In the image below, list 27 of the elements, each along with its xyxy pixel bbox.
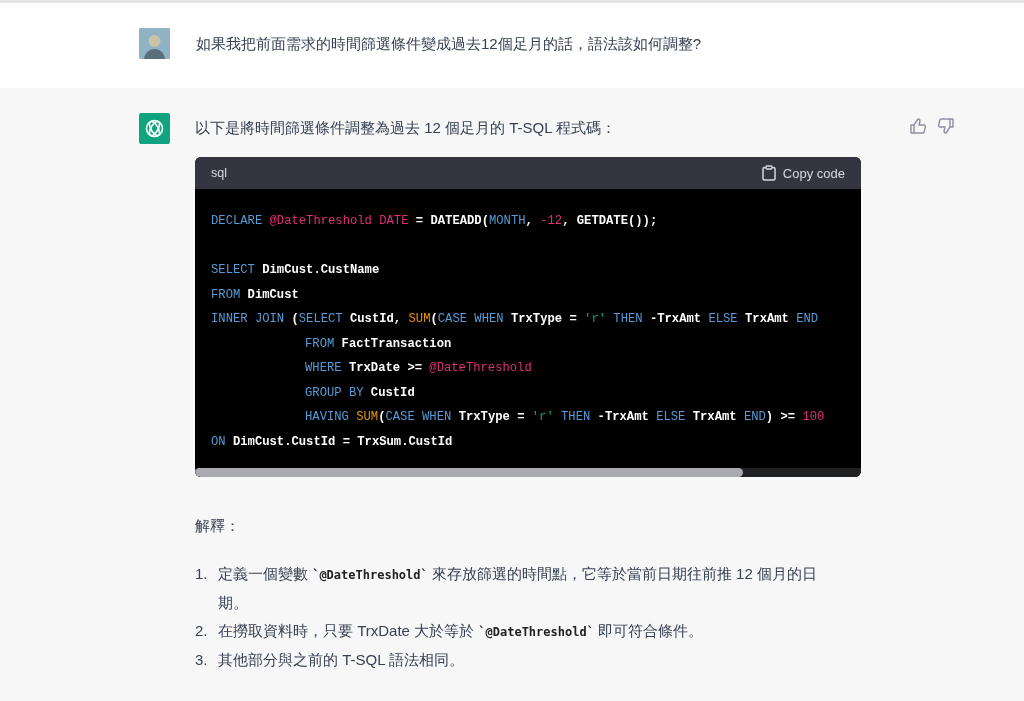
thumbs-down-icon[interactable] — [937, 117, 955, 135]
assistant-logo — [139, 113, 170, 144]
thumbs-up-icon[interactable] — [909, 117, 927, 135]
code-line: ON DimCust.CustId = TrxSum.CustId — [211, 433, 454, 451]
list-number: 1. — [195, 564, 209, 584]
list-item-text: 在撈取資料時，只要 TrxDate 大於等於 `@DateThreshold` 即可符合條件。 — [218, 621, 705, 641]
list-item-text: 定義一個變數 `@DateThreshold` 來存放篩選的時間點，它等於當前日期往前推 12 個月的日期。 — [218, 564, 818, 613]
copy-code-button[interactable]: Copy code — [761, 165, 845, 181]
horizontal-scrollbar[interactable] — [195, 468, 861, 477]
code-line: WHERE TrxDate >= @DateThreshold — [304, 360, 533, 377]
code-line: INNER JOIN (SELECT CustId, SUM(CASE WHEN TrxType = 'r' THEN -TrxAmt ELSE TrxAmt END — [211, 311, 820, 328]
list-number: 2. — [195, 621, 209, 641]
code-line: HAVING SUM(CASE WHEN TrxType = 'r' THEN -TrxAmt ELSE TrxAmt END) >= 100 — [304, 409, 826, 426]
code-language: sql — [211, 166, 227, 180]
user-avatar — [139, 28, 170, 59]
list-number: 3. — [195, 650, 209, 670]
code-line: FROM DimCust — [211, 286, 300, 304]
assistant-intro: 以下是將時間篩選條件調整為過去 12 個足月的 T-SQL 程式碼： — [195, 118, 618, 138]
scrollbar-thumb[interactable] — [195, 468, 743, 477]
code-line: FROM FactTransaction — [304, 335, 453, 353]
list-item-text: 其他部分與之前的 T-SQL 語法相同。 — [218, 650, 466, 670]
code-line: DECLARE @DateThreshold DATE = DATEADD(MONTH, -12, GETDATE()); — [211, 213, 659, 230]
code-line: GROUP BY CustId — [304, 384, 416, 402]
user-message: 如果我把前面需求的時間篩選條件變成過去12個足月的話，語法該如何調整? — [196, 34, 702, 54]
code-line: SELECT DimCust.CustName — [211, 262, 381, 279]
explanation-heading: 解釋： — [195, 517, 241, 536]
clipboard-icon — [761, 165, 776, 181]
